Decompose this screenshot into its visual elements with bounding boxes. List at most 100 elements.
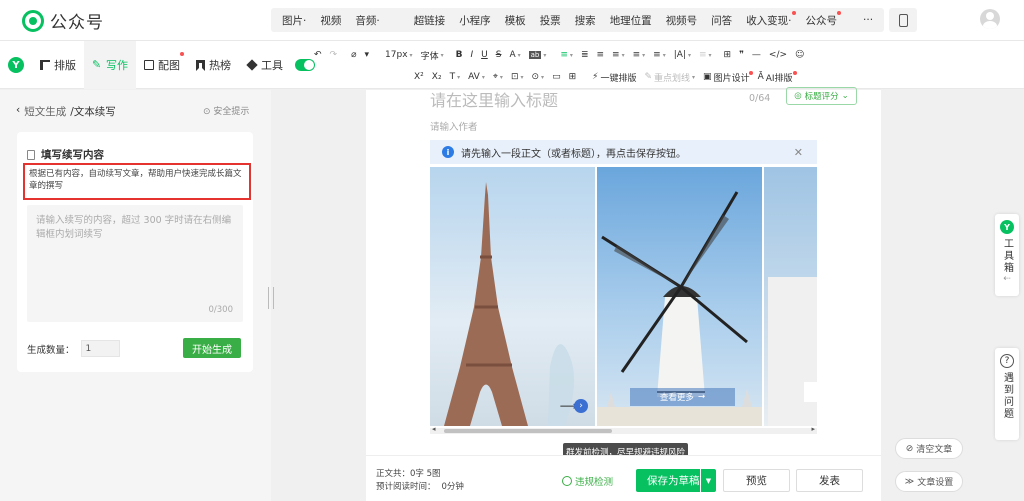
continue-content-input[interactable]: 请输入续写的内容，超过 300 字时请在右侧编辑框内划词续写 0/300 — [27, 205, 243, 322]
font-family-select[interactable]: 字体 ▾ — [417, 49, 448, 62]
nav-more[interactable]: ··· — [856, 14, 880, 26]
tab-tools[interactable]: 工具 — [239, 41, 291, 89]
nav-location[interactable]: 地理位置 — [603, 13, 659, 28]
safety-tip-link[interactable]: ⊙ 安全提示 — [203, 104, 249, 117]
gallery-next-button[interactable]: ⟶ › — [540, 399, 588, 413]
table-icon[interactable]: ⊞ — [720, 50, 736, 60]
undo-icon[interactable]: ↶ — [310, 50, 326, 60]
char-counter: 0/300 — [208, 305, 234, 315]
nav-template[interactable]: 模板 — [498, 13, 533, 28]
article-settings-button[interactable]: ≫ 文章设置 — [895, 471, 963, 492]
list-icon[interactable]: ≡ ▾ — [649, 50, 670, 60]
eiffel-tower-image[interactable] — [430, 167, 595, 426]
divider-icon[interactable]: — — [748, 50, 765, 60]
emoji-icon[interactable]: ☺ — [791, 50, 808, 60]
toolbox-panel-button[interactable]: Y 工具箱 ⇠ — [995, 214, 1019, 296]
author-input[interactable]: 请输入作者 — [430, 119, 478, 133]
generate-count-input[interactable]: 1 — [80, 340, 120, 357]
toolbox-logo-icon: Y — [1000, 220, 1014, 234]
format-painter-icon[interactable]: ⌀ — [347, 50, 360, 60]
superscript-icon[interactable]: X² — [410, 72, 428, 82]
gallery-scrollbar[interactable]: ◂ ▸ — [430, 425, 817, 434]
breadcrumb-parent[interactable]: 短文生成 — [24, 104, 66, 119]
font-size-select[interactable]: 17px ▾ — [381, 50, 417, 60]
scrollbar-thumb[interactable] — [444, 429, 612, 433]
white-building-image[interactable] — [764, 167, 817, 426]
font-color-icon[interactable]: A ▾ — [505, 50, 524, 60]
picture-design-button[interactable]: ▣ 图片设计 — [699, 70, 754, 84]
image-gallery[interactable]: 查看更多 → ⟶ › — [430, 167, 817, 431]
nav-link[interactable]: 超链接 — [407, 13, 453, 28]
ai-layout-button[interactable]: Ā AI排版 — [754, 70, 797, 84]
more-group: ··· — [852, 8, 884, 32]
brand-logo[interactable]: 公众号 — [22, 8, 104, 33]
help-button[interactable]: ? 遇到问题 — [995, 348, 1019, 440]
tab-write[interactable]: ✎ 写作 — [84, 41, 136, 89]
nav-vote[interactable]: 投票 — [533, 13, 568, 28]
clear-format-icon[interactable]: T ▾ — [446, 72, 465, 82]
nav-search[interactable]: 搜索 — [568, 13, 603, 28]
clear-article-button[interactable]: ⊘ 清空文章 — [895, 438, 963, 459]
letter-spacing-icon[interactable]: |A| ▾ — [670, 50, 695, 60]
tab-hot-label: 热榜 — [209, 59, 231, 72]
strikethrough-icon[interactable]: S — [492, 50, 506, 60]
assistant-tabs: Y 排版 ✎ 写作 配图 热榜 工具 — [0, 41, 315, 89]
breadcrumb[interactable]: ‹ 短文生成 /文本续写 — [16, 104, 116, 119]
nav-miniprogram[interactable]: 小程序 — [452, 13, 498, 28]
tab-layout[interactable]: 排版 — [32, 41, 84, 89]
save-draft-button[interactable]: 保存为草稿 ▼ — [636, 469, 716, 492]
view-more-label: 查看更多 — [659, 393, 694, 403]
align-left-icon[interactable]: ≡ ▾ — [556, 50, 577, 60]
subscript-icon[interactable]: X₂ — [428, 72, 446, 82]
quote-icon[interactable]: ❞ — [735, 50, 748, 60]
insert-video-icon[interactable]: ⊙ ▾ — [528, 72, 549, 82]
close-icon[interactable]: ✕ — [794, 146, 803, 159]
brush-icon[interactable]: ⌖ ▾ — [489, 72, 507, 82]
scroll-left-icon[interactable]: ◂ — [432, 425, 436, 433]
char-spacing-icon[interactable]: AV ▾ — [464, 72, 489, 82]
insert-image-glyph: ⊡ — [510, 72, 519, 82]
panel-resize-handle[interactable] — [268, 287, 274, 309]
redo-icon[interactable]: ↷ — [326, 50, 342, 60]
line-height-glyph: ≡ — [612, 50, 620, 60]
highlight-icon[interactable]: ab ▾ — [525, 51, 551, 59]
nav-image[interactable]: 图片· — [275, 13, 313, 28]
line-height-icon[interactable]: ≡ ▾ — [608, 50, 629, 60]
nav-qa[interactable]: 问答 — [704, 13, 739, 28]
nav-video[interactable]: 视频 — [313, 13, 348, 28]
preview-button[interactable]: 预览 — [723, 469, 790, 492]
insert-card-icon[interactable]: ⊞ — [565, 72, 581, 82]
mark-line-button[interactable]: ✎ 重点划线 ▾ — [640, 71, 699, 84]
fill-color-icon[interactable]: ▾ — [361, 50, 374, 60]
paragraph-spacing-icon[interactable]: ≡ ▾ — [629, 50, 650, 60]
nav-official-account[interactable]: 公众号 — [799, 10, 845, 28]
start-generate-button[interactable]: 开始生成 — [183, 338, 241, 358]
view-more-button[interactable]: 查看更多 → — [630, 388, 735, 406]
ordered-list-icon[interactable]: ≡ ▾ — [695, 50, 716, 60]
outdent-icon[interactable]: ≡ — [592, 50, 608, 60]
tab-image[interactable]: 配图 — [136, 41, 188, 89]
help-label: 遇到问题 — [1001, 372, 1013, 420]
nav-channels[interactable]: 视频号 — [659, 13, 705, 28]
continue-write-card: 填写续写内容 根据已有内容，自动续写文章，帮助用户快速完成长篇文章的撰写 请输入… — [17, 132, 253, 372]
picture-icon: ▣ — [703, 72, 712, 82]
italic-icon[interactable]: I — [466, 50, 477, 60]
scroll-right-icon[interactable]: ▸ — [811, 425, 815, 433]
title-input[interactable]: 请在这里输入标题 — [430, 87, 558, 111]
violation-check-button[interactable]: 违规检测 — [562, 474, 613, 488]
title-score-button[interactable]: ◎ 标题评分 ⌄ — [786, 87, 857, 105]
insert-block-icon[interactable]: ▭ — [548, 72, 565, 82]
publish-button[interactable]: 发表 — [796, 469, 863, 492]
nav-audio[interactable]: 音频· — [348, 13, 386, 28]
chevron-down-icon[interactable]: ▼ — [700, 469, 716, 492]
one-key-layout-button[interactable]: ⚡ 一键排版 — [588, 71, 640, 84]
tab-hot[interactable]: 热榜 — [188, 41, 239, 89]
nav-monetize[interactable]: 收入变现· — [739, 10, 798, 28]
insert-image-icon[interactable]: ⊡ ▾ — [507, 72, 528, 82]
phone-preview-button[interactable] — [889, 8, 917, 32]
code-icon[interactable]: </> — [765, 50, 791, 60]
indent-icon[interactable]: ≣ — [577, 50, 593, 60]
bold-icon[interactable]: B — [452, 50, 467, 60]
underline-icon[interactable]: U — [477, 50, 492, 60]
avatar[interactable] — [980, 9, 1000, 29]
